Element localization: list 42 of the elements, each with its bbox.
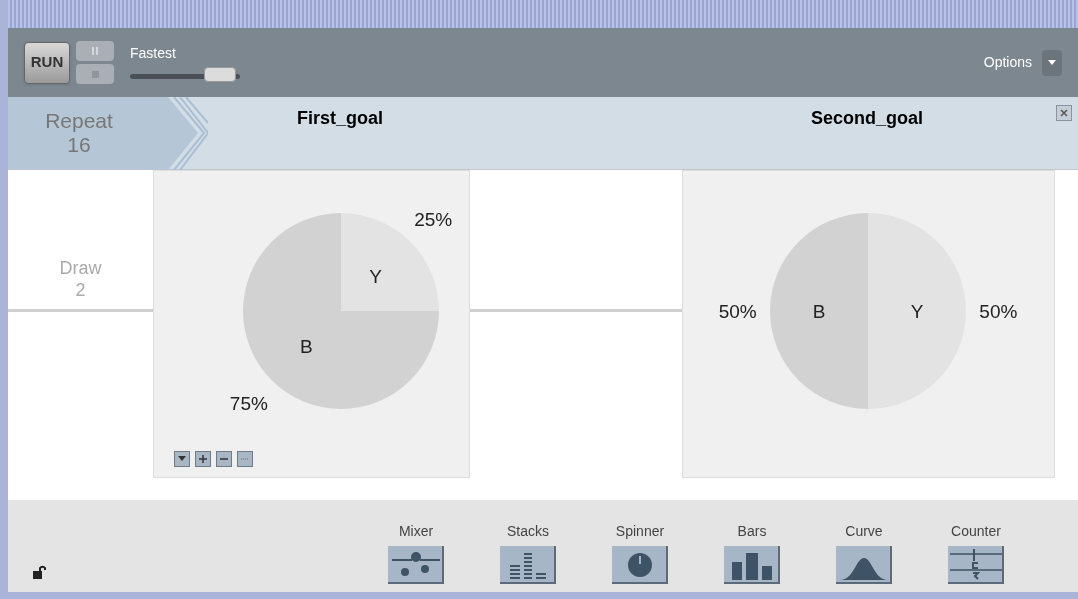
percent-label: 75% bbox=[229, 393, 268, 415]
lock-icon bbox=[32, 564, 46, 580]
slice-label: Y bbox=[369, 266, 382, 288]
slice-label: B bbox=[300, 335, 313, 357]
repeat-count: 16 bbox=[67, 133, 91, 157]
caret-icon bbox=[1048, 60, 1056, 65]
tool-button[interactable] bbox=[500, 546, 556, 584]
tool-label: Bars bbox=[737, 522, 767, 541]
options-dropdown-button[interactable] bbox=[1042, 49, 1062, 76]
stop-icon bbox=[91, 70, 99, 78]
plus-icon bbox=[198, 454, 208, 464]
add-button[interactable] bbox=[195, 451, 211, 467]
remove-button[interactable] bbox=[216, 451, 232, 467]
percent-label: 50% bbox=[718, 301, 757, 322]
tool-button[interactable] bbox=[948, 546, 1004, 584]
tool-button[interactable] bbox=[612, 546, 668, 584]
slice-label: Y bbox=[910, 301, 924, 322]
pause-icon bbox=[91, 47, 99, 55]
collapse-button[interactable] bbox=[174, 451, 190, 467]
slice-label: B bbox=[812, 301, 826, 322]
percent-label: 50% bbox=[979, 301, 1018, 322]
draw-count: 2 bbox=[75, 279, 86, 301]
tool-button[interactable] bbox=[388, 546, 444, 584]
repeat-label: Repeat bbox=[45, 109, 113, 133]
tool-label: Mixer bbox=[398, 522, 434, 541]
tool-label: Spinner bbox=[615, 522, 665, 541]
tool-label: Curve bbox=[845, 522, 883, 541]
tool-button[interactable] bbox=[724, 546, 780, 584]
run-button[interactable]: RUN bbox=[24, 41, 70, 84]
percent-label: 25% bbox=[414, 208, 453, 230]
device-title: Second_goal bbox=[811, 107, 923, 130]
speed-label: Fastest bbox=[130, 46, 177, 60]
device-title: First_goal bbox=[297, 107, 383, 130]
close-icon bbox=[1060, 109, 1068, 117]
tool-button[interactable] bbox=[836, 546, 892, 584]
draw-label: Draw bbox=[59, 257, 102, 279]
tool-label: Counter bbox=[951, 522, 1001, 541]
options-label: Options bbox=[983, 53, 1032, 72]
close-button[interactable] bbox=[1056, 105, 1072, 121]
speed-slider[interactable] bbox=[130, 64, 240, 84]
more-button[interactable] bbox=[237, 451, 253, 467]
tool-label: Stacks bbox=[507, 522, 549, 541]
